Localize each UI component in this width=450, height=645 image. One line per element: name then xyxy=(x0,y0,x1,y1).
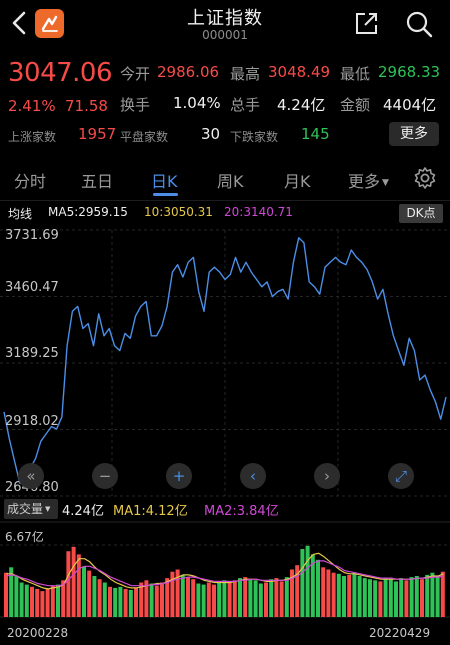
volume-bar xyxy=(373,580,378,617)
volume-ma1-legend: MA1:4.12亿 xyxy=(113,504,188,519)
volume-bar xyxy=(331,572,336,617)
volume-ma2-legend: MA2:3.84亿 xyxy=(204,504,279,519)
volume-bar xyxy=(92,576,97,617)
volume-bar xyxy=(362,578,367,617)
y-axis-label-4: 2918.02 xyxy=(5,414,59,429)
volume-bar xyxy=(336,573,341,617)
volume-bar xyxy=(274,578,279,617)
volume-bar xyxy=(50,585,55,617)
volume-bar xyxy=(388,579,393,617)
volume-bar xyxy=(180,574,185,617)
indicator-selector[interactable]: 成交量 ▼ xyxy=(4,499,58,519)
volume-bar xyxy=(40,591,45,617)
volume-bar xyxy=(217,581,222,617)
scroll-left-button[interactable]: ‹ xyxy=(240,463,266,489)
volume-bar xyxy=(352,572,357,617)
volume-legend: 4.24亿 xyxy=(62,504,104,519)
volume-bar xyxy=(420,579,424,617)
volume-bar xyxy=(316,559,320,617)
chart-area xyxy=(0,229,450,618)
volume-bar xyxy=(160,582,164,617)
volume-bar xyxy=(357,576,362,617)
volume-bar xyxy=(30,586,34,617)
volume-bar xyxy=(56,584,60,617)
volume-bar xyxy=(227,582,232,617)
volume-bar xyxy=(87,570,92,617)
volume-bar xyxy=(118,586,123,617)
volume-bar xyxy=(238,578,242,617)
volume-bar xyxy=(253,580,258,617)
volume-bar xyxy=(414,576,419,617)
volume-bar xyxy=(108,586,112,617)
volume-bar xyxy=(82,566,86,617)
volume-bar xyxy=(305,545,310,617)
dropdown-triangle-icon: ▼ xyxy=(45,505,51,513)
volume-bar xyxy=(45,588,50,617)
volume-bar xyxy=(430,572,435,617)
volume-bar xyxy=(19,582,24,617)
volume-bar xyxy=(66,551,71,617)
volume-bar xyxy=(300,549,305,617)
volume-bar xyxy=(14,576,19,617)
volume-bar xyxy=(326,569,331,617)
zoom-out-button[interactable]: − xyxy=(92,463,118,489)
volume-bar xyxy=(102,582,107,617)
volume-bar xyxy=(383,578,388,617)
volume-bar xyxy=(35,588,40,617)
y-axis-label-2: 3460.47 xyxy=(5,280,59,295)
fullscreen-button[interactable]: ⤢ xyxy=(388,463,414,489)
volume-bar xyxy=(258,583,263,617)
volume-bar xyxy=(425,574,430,617)
volume-bar xyxy=(404,580,409,617)
start-date-label: 20200228 xyxy=(7,626,69,640)
volume-bar xyxy=(264,582,268,617)
volume-bar xyxy=(76,554,81,617)
volume-bar xyxy=(279,581,284,617)
volume-bar xyxy=(212,584,216,617)
volume-bar xyxy=(71,546,76,617)
volume-bar xyxy=(435,576,440,617)
zoom-in-button[interactable]: + xyxy=(166,463,192,489)
volume-bar xyxy=(321,567,326,617)
volume-bar xyxy=(165,578,170,617)
volume-bar xyxy=(440,571,445,617)
volume-bar xyxy=(196,583,201,617)
end-date-label: 20220429 xyxy=(369,626,431,640)
volume-bar xyxy=(222,580,227,617)
volume-bar xyxy=(201,584,206,617)
volume-bar xyxy=(347,574,352,617)
volume-bar xyxy=(149,583,154,617)
volume-bar xyxy=(232,580,237,617)
y-axis-label-max: 3731.69 xyxy=(5,228,59,243)
volume-bar xyxy=(394,581,398,617)
volume-bar xyxy=(4,572,8,617)
volume-bar xyxy=(269,579,274,617)
volume-bar xyxy=(409,577,414,617)
volume-bar xyxy=(399,578,404,617)
volume-bar xyxy=(134,587,138,617)
volume-bar xyxy=(342,576,346,617)
volume-bar xyxy=(128,590,133,617)
volume-bar xyxy=(154,585,159,617)
scroll-right-button[interactable]: › xyxy=(314,463,340,489)
volume-bar xyxy=(243,577,248,617)
price-grid xyxy=(0,229,450,497)
volume-bar xyxy=(113,587,118,617)
scroll-left-fast-button[interactable]: « xyxy=(18,463,44,489)
volume-bar xyxy=(24,584,29,617)
indicator-selector-label: 成交量 xyxy=(7,502,44,516)
volume-bar xyxy=(284,577,289,617)
volume-bar xyxy=(97,579,102,617)
volume-bar xyxy=(206,582,211,617)
volume-bar xyxy=(123,588,128,617)
volume-bar xyxy=(378,581,383,617)
volume-bar xyxy=(191,579,196,617)
volume-bar xyxy=(368,579,372,617)
y-axis-label-3: 3189.25 xyxy=(5,346,59,361)
volume-axis-max-label: 6.67亿 xyxy=(5,530,44,544)
volume-bar xyxy=(248,579,253,617)
volume-bar xyxy=(186,577,190,617)
